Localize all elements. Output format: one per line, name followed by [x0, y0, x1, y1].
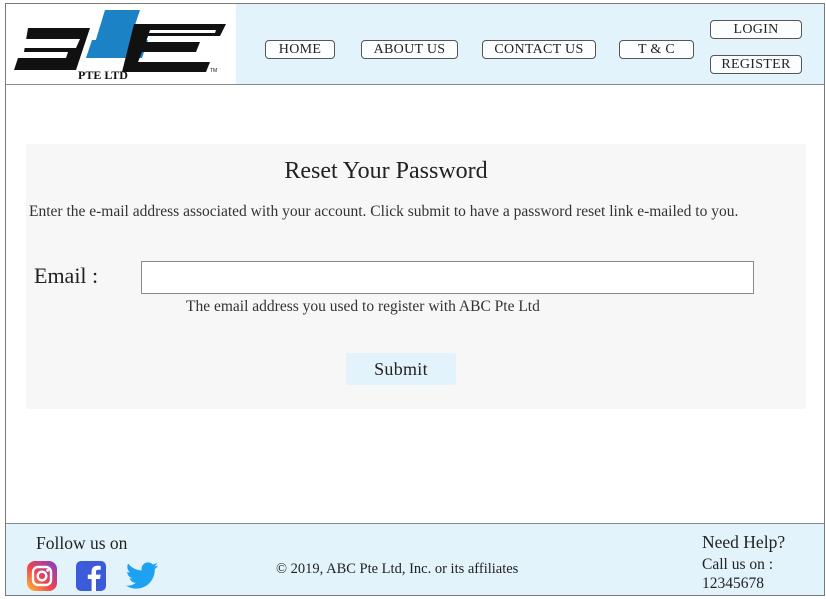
email-label: Email :	[34, 263, 99, 288]
follow-us-label: Follow us on	[36, 533, 128, 553]
page-title: Reset Your Password	[284, 158, 488, 184]
site-footer: Follow us on © 2019, ABC Pte Ltd, Inc. o…	[6, 523, 824, 595]
register-button[interactable]: REGISTER	[710, 55, 802, 74]
call-us-label: Call us on :	[702, 556, 774, 573]
phone-number[interactable]: 12345678	[702, 574, 817, 593]
logo-black-a-shape	[14, 28, 90, 70]
nav-about-button[interactable]: ABOUT US	[361, 40, 458, 59]
need-help-title: Need Help?	[702, 532, 786, 552]
logo-c-highlight	[149, 30, 216, 33]
facebook-icon[interactable]	[75, 560, 107, 592]
copyright-text: © 2019, ABC Pte Ltd, Inc. or its affilia…	[276, 561, 519, 577]
instagram-icon[interactable]	[26, 560, 58, 592]
page-frame: PTE LTD TM HOME ABOUT US CONTACT US T & …	[5, 3, 825, 596]
nav-contact-button[interactable]: CONTACT US	[482, 40, 596, 59]
contact-phone-block: Call us on : 12345678	[702, 555, 817, 593]
twitter-icon[interactable]	[124, 560, 160, 592]
logo-trademark: TM	[210, 68, 217, 74]
reset-password-card: Reset Your Password Enter the e-mail add…	[26, 144, 806, 409]
login-button[interactable]: LOGIN	[710, 20, 802, 39]
abc-logo-graphic: PTE LTD TM	[14, 10, 226, 82]
company-logo[interactable]: PTE LTD TM	[6, 4, 236, 84]
logo-a-counter	[22, 39, 80, 48]
nav-tc-button[interactable]: T & C	[619, 40, 694, 59]
instructions-text: Enter the e-mail address associated with…	[29, 203, 739, 220]
nav-home-button[interactable]: HOME	[265, 40, 335, 59]
logo-subtitle: PTE LTD	[78, 68, 128, 82]
site-header: PTE LTD TM HOME ABOUT US CONTACT US T & …	[6, 4, 824, 85]
email-hint: The email address you used to register w…	[186, 298, 540, 315]
submit-button[interactable]: Submit	[346, 353, 456, 385]
email-input[interactable]	[141, 261, 754, 294]
